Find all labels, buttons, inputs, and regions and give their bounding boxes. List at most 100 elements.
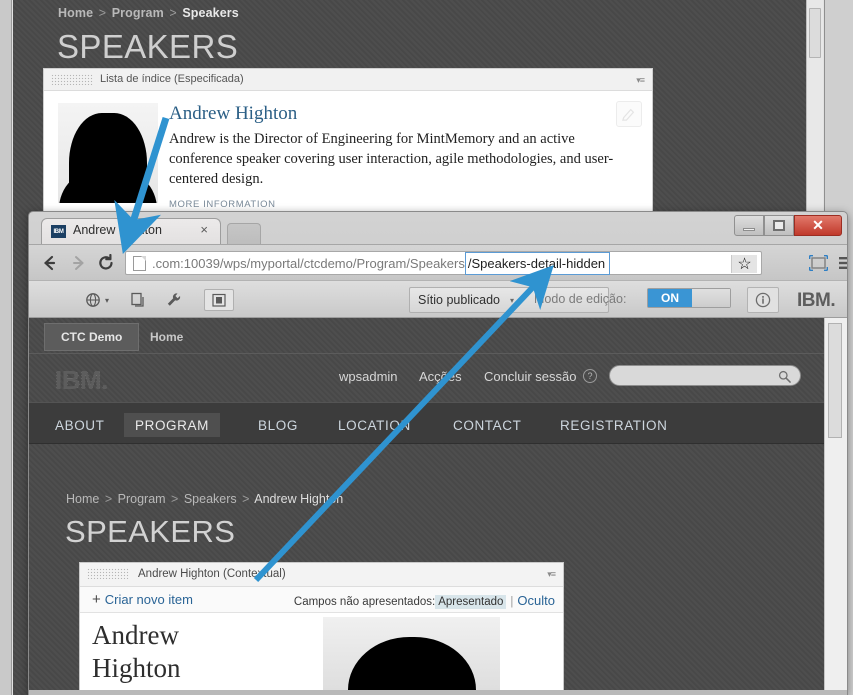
hidden-fields-control: Campos não apresentados: Apresentado | Ocul… [294, 593, 555, 609]
contextual-portlet-title: Andrew Highton (Contextual) [138, 568, 286, 580]
portal-breadcrumb-program[interactable]: Program [118, 492, 166, 506]
portlet-menu-icon[interactable]: ▾≡ [636, 75, 645, 86]
portal-page-title: SPEAKERS [65, 514, 236, 549]
background-window-scroll-thumb[interactable] [809, 8, 821, 58]
background-breadcrumb-speakers[interactable]: Speakers [182, 6, 238, 20]
breadcrumb-separator: > [98, 6, 107, 20]
portal-page-tabs: CTC Demo Home [29, 318, 824, 354]
detail-speaker-lastname: Highton [92, 653, 181, 683]
current-user-label[interactable]: wpsadmin [339, 369, 398, 384]
portal-tab-home[interactable]: Home [134, 323, 199, 351]
chrome-browser-window: IBM Andrew Highton × ✕ .com:10039/wps/my… [28, 211, 848, 695]
background-speaker-bio: Andrew is the Director of Engineering fo… [169, 131, 614, 187]
background-breadcrumb-program[interactable]: Program [112, 6, 164, 20]
close-window-button[interactable]: ✕ [794, 215, 842, 236]
portal-header: IBM. wpsadmin Acções Concluir sessão ? [29, 354, 824, 402]
edit-pencil-button[interactable] [616, 101, 642, 127]
new-tab-button[interactable] [227, 223, 261, 244]
info-button[interactable] [747, 287, 779, 313]
ibm-logo-header: IBM. [55, 365, 108, 395]
frame-window-icon[interactable] [807, 253, 829, 273]
site-globe-button[interactable]: ▾ [79, 289, 115, 311]
background-portlet-body: Andrew Highton Andrew is the Director of… [44, 91, 652, 211]
detail-speaker-firstname: Andrew [92, 620, 179, 650]
contextual-portlet-body: Andrew Highton [80, 613, 563, 690]
portal-main-nav: ABOUT PROGRAM BLOG LOCATION CONTACT REGI… [29, 402, 824, 444]
browser-tabstrip: IBM Andrew Highton × ✕ [29, 212, 847, 244]
maximize-button[interactable] [764, 215, 794, 236]
hidden-fields-hidden-option[interactable]: Oculto [517, 593, 555, 608]
portal-search-input[interactable] [609, 365, 801, 386]
contextual-portlet-actions: + Criar novo item Campos não apresentados… [80, 587, 563, 613]
reload-icon [99, 254, 113, 270]
background-breadcrumb: Home > Program > Speakers [58, 6, 239, 20]
silhouette-shape [69, 113, 147, 203]
site-toolbox-button[interactable] [204, 289, 234, 311]
browser-viewport: CTC Demo Home IBM. wpsadmin Acções Concl… [29, 318, 847, 690]
breadcrumb-separator: > [171, 492, 179, 506]
viewport-scroll-thumb[interactable] [828, 323, 842, 438]
clipboard-icon [212, 293, 226, 307]
nav-item-contact[interactable]: CONTACT [442, 413, 532, 437]
hamburger-menu-icon [839, 257, 847, 269]
browser-tab-andrew-highton[interactable]: IBM Andrew Highton × [41, 218, 221, 244]
hidden-fields-divider: | [510, 596, 514, 608]
chevron-down-icon: ▾ [510, 295, 515, 305]
portal-page: CTC Demo Home IBM. wpsadmin Acções Concl… [29, 318, 824, 690]
nav-item-about[interactable]: ABOUT [44, 413, 116, 437]
contextual-portlet: Andrew Highton (Contextual) ▾≡ + Criar no… [79, 562, 564, 690]
hidden-fields-shown-option[interactable]: Apresentado [435, 595, 507, 609]
search-icon [778, 370, 791, 383]
drag-handle-icon[interactable] [87, 568, 129, 579]
page-document-icon [133, 255, 146, 271]
info-icon [755, 292, 771, 308]
address-bar[interactable]: .com:10039/wps/myportal/ctcdemo/Program/… [125, 251, 762, 275]
copy-page-button[interactable] [125, 289, 151, 311]
background-speaker-name[interactable]: Andrew Highton [169, 103, 297, 125]
background-more-information-link[interactable]: MORE INFORMATION [169, 199, 276, 210]
portal-breadcrumb-speakers[interactable]: Speakers [184, 492, 237, 506]
forward-button[interactable] [67, 252, 89, 274]
portal-breadcrumb: Home > Program > Speakers > Andrew Hight… [66, 492, 343, 506]
forward-arrow-icon [73, 256, 84, 270]
nav-item-blog[interactable]: BLOG [247, 413, 309, 437]
portal-breadcrumb-andrew-highton[interactable]: Andrew Highton [254, 492, 343, 506]
back-arrow-icon [44, 255, 56, 271]
portlet-menu-icon[interactable]: ▾≡ [547, 569, 556, 580]
window-controls: ✕ [734, 215, 842, 236]
create-new-item-link[interactable]: + Criar novo item [92, 591, 193, 608]
logout-link[interactable]: Concluir sessão [484, 369, 577, 384]
browser-tab-title: Andrew Highton [73, 223, 162, 237]
maximize-icon [773, 220, 785, 231]
drag-handle-icon[interactable] [51, 74, 93, 85]
wrench-icon [167, 293, 181, 306]
settings-wrench-button[interactable] [161, 289, 187, 311]
minimize-button[interactable] [734, 215, 764, 236]
nav-item-program[interactable]: PROGRAM [124, 413, 220, 437]
help-icon[interactable]: ? [583, 369, 597, 383]
bookmark-star-icon[interactable]: ☆ [731, 255, 757, 273]
reload-button[interactable] [95, 252, 117, 274]
contextual-portlet-titlebar: Andrew Highton (Contextual) ▾≡ [80, 563, 563, 587]
edit-mode-toggle[interactable]: ON [647, 288, 731, 308]
pencil-icon [622, 108, 635, 121]
silhouette-shape [347, 637, 476, 690]
actions-menu[interactable]: Acções [419, 369, 462, 384]
portal-tab-ctc-demo[interactable]: CTC Demo [44, 323, 140, 351]
site-scope-label: Sítio publicado [418, 293, 501, 307]
breadcrumb-separator: > [104, 492, 113, 506]
chevron-down-icon: ▾ [104, 295, 109, 305]
address-bar-highlighted-segment[interactable]: /Speakers-detail-hidden [464, 251, 611, 275]
portal-breadcrumb-home[interactable]: Home [66, 492, 99, 506]
nav-item-registration[interactable]: REGISTRATION [549, 413, 678, 437]
nav-item-location[interactable]: LOCATION [327, 413, 422, 437]
close-icon[interactable]: × [200, 222, 208, 237]
background-breadcrumb-home[interactable]: Home [58, 6, 93, 20]
background-page-title: SPEAKERS [57, 28, 239, 65]
browser-menu-button[interactable] [835, 253, 847, 273]
back-button[interactable] [39, 252, 61, 274]
plus-icon: + [92, 591, 101, 608]
breadcrumb-separator: > [169, 6, 177, 20]
ibm-logo-toolbar: IBM. [797, 290, 836, 311]
minimize-icon [743, 227, 755, 231]
